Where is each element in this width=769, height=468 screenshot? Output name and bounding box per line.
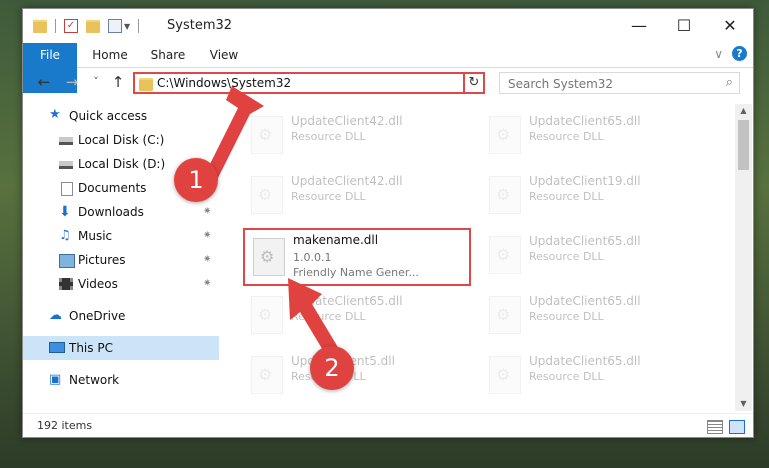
step-2-badge: 2 [310,346,354,390]
annotation-arrows [202,86,342,362]
step-1-badge: 1 [174,158,218,202]
